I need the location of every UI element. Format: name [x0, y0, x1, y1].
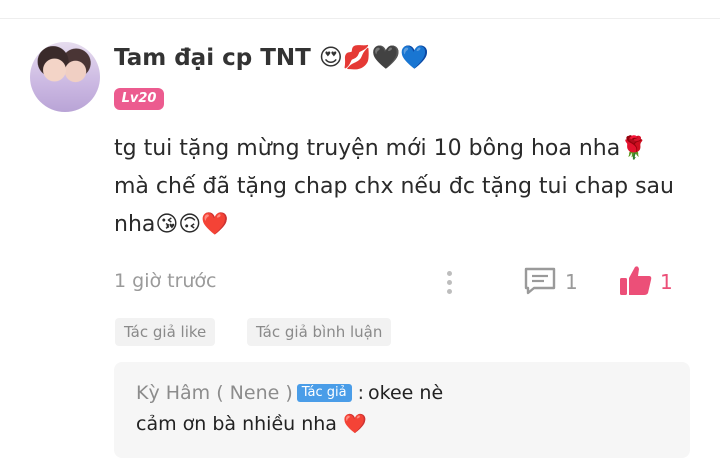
reply-separator: :: [357, 382, 365, 404]
thumbs-up-icon[interactable]: [618, 264, 654, 298]
username-emojis: 😍💋🖤💙: [318, 45, 429, 71]
reply-text: okee nè: [368, 382, 444, 404]
like-count: 1: [660, 270, 673, 294]
more-vertical-icon[interactable]: [442, 268, 456, 298]
reply-author-name[interactable]: Kỳ Hâm ( Nene ): [136, 382, 293, 404]
comment-timestamp: 1 giờ trước: [114, 270, 217, 292]
author-badge: Tác giả: [296, 384, 352, 402]
comment-icon[interactable]: [523, 266, 557, 296]
reply-text-line2: cảm ơn bà nhiều nha ❤️: [136, 413, 367, 435]
top-divider: [0, 0, 720, 19]
tag-author-liked: Tác giả like: [115, 318, 216, 346]
reply-count: 1: [565, 270, 578, 294]
comment-text-line: nha😘🙃❤️: [114, 212, 229, 237]
reply-first-line: Kỳ Hâm ( Nene ) Tác giả: okee nè: [136, 382, 443, 404]
username-text: Tam đại cp TNT: [114, 45, 311, 71]
comment-text-line: mà chế đã tặng chap chx nếu đc tặng tui …: [114, 174, 674, 199]
tag-author-commented: Tác giả bình luận: [247, 318, 392, 346]
level-badge: Lv20: [114, 88, 164, 110]
comment-text-line: tg tui tặng mừng truyện mới 10 bông hoa …: [114, 136, 648, 161]
comment-text: tg tui tặng mừng truyện mới 10 bông hoa …: [114, 130, 674, 244]
author-reply-box[interactable]: Kỳ Hâm ( Nene ) Tác giả: okee nè cảm ơn bà…: [114, 362, 690, 458]
avatar[interactable]: [30, 42, 100, 112]
comment-username[interactable]: Tam đại cp TNT 😍💋🖤💙: [114, 44, 429, 71]
